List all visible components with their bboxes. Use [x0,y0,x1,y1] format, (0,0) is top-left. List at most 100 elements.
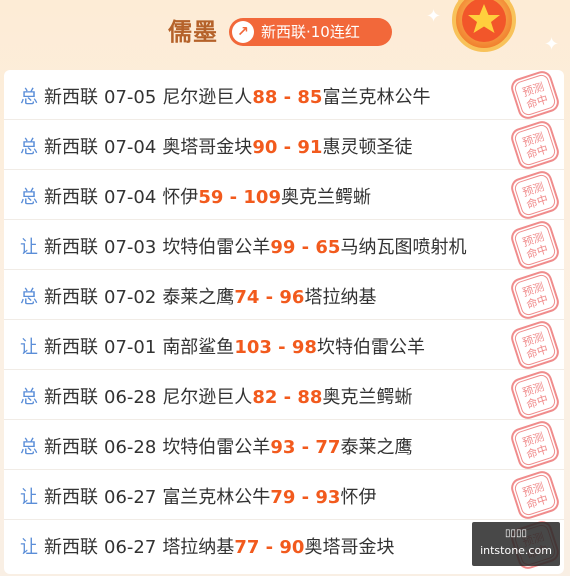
home-team: 泰莱之鹰 [162,287,235,308]
match-date: 07-02 [104,287,157,308]
away-score: 90 [279,537,305,558]
prediction-hit-stamp-icon: 预测命中 [511,371,559,419]
home-score: 59 [198,187,224,208]
score-separator: - [259,287,280,308]
list-item[interactable]: 总新西联 06-28 尼尔逊巨人82 - 88奥克兰鳄蜥 预测 命中 [4,370,564,420]
match-line: 让新西联 07-01 南部鲨鱼103 - 98坎特伯雷公羊 [20,333,425,359]
header: 儒墨 ↗ 新西联·10连红 ✦ ✦ [0,0,570,66]
home-score: 99 [270,237,296,258]
list-item[interactable]: 让新西联 07-01 南部鲨鱼103 - 98坎特伯雷公羊 预测 命中 [4,320,564,370]
expert-name: 儒墨 [168,17,218,46]
league: 新西联 [44,437,98,458]
league: 新西联 [44,237,98,258]
match-date: 07-04 [104,137,157,158]
home-score: 93 [270,437,296,458]
prediction-list: 总新西联 07-05 尼尔逊巨人88 - 85富兰克林公牛 预测 命中总新西联 07-04… [4,70,564,574]
league: 新西联 [44,87,98,108]
match-line: 让新西联 07-03 坎特伯雷公羊99 - 65马纳瓦图喷射机 [20,233,466,259]
prediction-hit-stamp-icon: 预测命中 [511,121,559,169]
away-team: 泰莱之鹰 [340,437,413,458]
match-date: 07-03 [104,237,157,258]
bet-type: 总 [20,137,38,158]
match-line: 总新西联 07-05 尼尔逊巨人88 - 85富兰克林公牛 [20,83,430,109]
away-team: 惠灵顿圣徒 [322,137,413,158]
home-team: 塔拉纳基 [162,537,235,558]
bet-type: 总 [20,387,38,408]
list-item[interactable]: 总新西联 06-28 坎特伯雷公羊93 - 77泰莱之鹰 预测 命中 [4,420,564,470]
away-team: 塔拉纳基 [304,287,377,308]
list-item[interactable]: 总新西联 07-04 怀伊59 - 109奥克兰鳄蜥 预测 命中 [4,170,564,220]
league: 新西联 [44,287,98,308]
away-score: 98 [291,337,317,358]
match-date: 07-04 [104,187,157,208]
prediction-hit-stamp-icon: 预测命中 [511,71,559,119]
away-team: 富兰克林公牛 [322,87,431,108]
score-separator: - [271,337,292,358]
match-date: 06-28 [104,387,157,408]
away-score: 109 [243,187,281,208]
home-team: 怀伊 [162,187,199,208]
league: 新西联 [44,187,98,208]
prediction-hit-stamp-icon: 预测命中 [511,171,559,219]
watermark: ▯▯▯▯ intstone.com [472,522,560,566]
home-team: 奥塔哥金块 [162,137,253,158]
league: 新西联 [44,387,98,408]
home-score: 103 [234,337,272,358]
league: 新西联 [44,537,98,558]
away-score: 93 [315,487,341,508]
score-separator: - [259,537,280,558]
match-line: 总新西联 06-28 坎特伯雷公羊93 - 77泰莱之鹰 [20,433,412,459]
score-separator: - [277,137,298,158]
watermark-top: ▯▯▯▯ [504,528,527,539]
streak-badge[interactable]: ↗ 新西联·10连红 [229,18,392,46]
up-arrow-icon: ↗ [232,21,254,43]
home-team: 坎特伯雷公羊 [162,237,271,258]
prediction-hit-stamp-icon: 预测命中 [511,221,559,269]
prediction-hit-stamp-icon: 预测命中 [511,421,559,469]
home-team: 尼尔逊巨人 [162,387,253,408]
match-date: 07-05 [104,87,157,108]
away-team: 马纳瓦图喷射机 [340,237,467,258]
match-line: 让新西联 06-27 富兰克林公牛79 - 93怀伊 [20,483,376,509]
score-separator: - [295,237,316,258]
away-team: 奥克兰鳄蜥 [322,387,413,408]
home-score: 90 [252,137,278,158]
list-item[interactable]: 让新西联 06-27 富兰克林公牛79 - 93怀伊 预测 命中 [4,470,564,520]
away-team: 奥塔哥金块 [304,537,395,558]
bet-type: 让 [20,237,38,258]
match-line: 总新西联 07-04 怀伊59 - 109奥克兰鳄蜥 [20,183,371,209]
away-team: 坎特伯雷公羊 [316,337,425,358]
match-line: 总新西联 06-28 尼尔逊巨人82 - 88奥克兰鳄蜥 [20,383,412,409]
home-score: 79 [270,487,296,508]
bet-type: 总 [20,287,38,308]
match-date: 07-01 [104,337,157,358]
list-item[interactable]: 总新西联 07-05 尼尔逊巨人88 - 85富兰克林公牛 预测 命中 [4,70,564,120]
home-score: 74 [234,287,260,308]
home-team: 富兰克林公牛 [162,487,271,508]
list-item[interactable]: 总新西联 07-02 泰莱之鹰74 - 96塔拉纳基 预测 命中 [4,270,564,320]
league: 新西联 [44,337,98,358]
score-separator: - [223,187,244,208]
match-line: 总新西联 07-02 泰莱之鹰74 - 96塔拉纳基 [20,283,376,309]
bet-type: 总 [20,87,38,108]
home-score: 82 [252,387,278,408]
list-item[interactable]: 让新西联 07-03 坎特伯雷公羊99 - 65马纳瓦图喷射机 预测 命中 [4,220,564,270]
home-score: 77 [234,537,260,558]
sparkle-icon: ✦ [426,6,442,27]
away-score: 77 [315,437,341,458]
away-team: 怀伊 [340,487,377,508]
list-item[interactable]: 总新西联 07-04 奥塔哥金块90 - 91惠灵顿圣徒 预测 命中 [4,120,564,170]
prediction-hit-stamp-icon: 预测命中 [511,321,559,369]
home-team: 尼尔逊巨人 [162,87,253,108]
star-medal-icon [452,0,516,52]
away-score: 96 [279,287,305,308]
bet-type: 总 [20,187,38,208]
away-score: 88 [297,387,323,408]
match-date: 06-28 [104,437,157,458]
score-separator: - [277,87,298,108]
home-team: 坎特伯雷公羊 [162,437,271,458]
score-separator: - [277,387,298,408]
match-date: 06-27 [104,537,157,558]
streak-badge-text: 新西联·10连红 [261,23,360,41]
score-separator: - [295,487,316,508]
